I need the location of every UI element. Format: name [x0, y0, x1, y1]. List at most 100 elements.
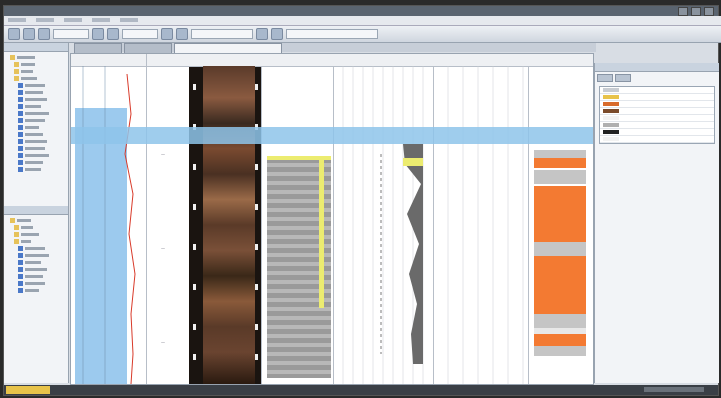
tree-item[interactable]: [10, 280, 68, 287]
menu-item-5[interactable]: [120, 18, 138, 22]
tree-item[interactable]: [10, 110, 68, 117]
tree-item[interactable]: [10, 145, 68, 152]
table-row[interactable]: [600, 108, 714, 115]
menu-item-3[interactable]: [64, 18, 82, 22]
tree-item[interactable]: [10, 287, 68, 294]
tree-item[interactable]: [10, 224, 68, 231]
folder-icon: [14, 239, 19, 244]
interpretation-plot: [342, 66, 424, 384]
tree-item[interactable]: [10, 252, 68, 259]
tree-item[interactable]: [10, 75, 68, 82]
grain-size-highlight: [403, 158, 423, 166]
folder-icon: [10, 218, 15, 223]
tree-item[interactable]: [10, 68, 68, 75]
table-row[interactable]: [600, 94, 714, 101]
well-icon: [18, 83, 23, 88]
layer-icon: [18, 160, 23, 165]
table-row[interactable]: [600, 101, 714, 108]
toolbar-dropdown-2[interactable]: [122, 29, 158, 39]
print-icon[interactable]: [271, 28, 283, 40]
depth-tick: —: [161, 246, 165, 251]
log-icon: [18, 253, 23, 258]
tree-item[interactable]: [10, 61, 68, 68]
toolbar-dropdown-4[interactable]: [286, 29, 378, 39]
facies-block: [534, 256, 586, 314]
log-icon: [18, 281, 23, 286]
explorer-header: [4, 43, 68, 52]
lithology-band-yellow: [319, 158, 324, 308]
table-row[interactable]: [600, 122, 714, 129]
menu-item-4[interactable]: [92, 18, 110, 22]
tree-item[interactable]: [10, 238, 68, 245]
interpretation-track[interactable]: [333, 54, 434, 384]
tree-item[interactable]: [10, 152, 68, 159]
tree-item[interactable]: [10, 96, 68, 103]
select-icon[interactable]: [161, 28, 173, 40]
table-row[interactable]: [600, 136, 714, 143]
menu-item-1[interactable]: [8, 18, 26, 22]
facies-block: [534, 334, 586, 346]
track-header: [261, 54, 333, 67]
log-icon: [18, 267, 23, 272]
open-icon[interactable]: [23, 28, 35, 40]
tree-item[interactable]: [10, 259, 68, 266]
close-button[interactable]: [704, 7, 714, 16]
properties-tab-2[interactable]: [615, 74, 631, 82]
table-row[interactable]: [600, 87, 714, 94]
tree-item[interactable]: [10, 103, 68, 110]
maximize-button[interactable]: [691, 7, 701, 16]
toolbar: [4, 26, 721, 43]
layer-icon: [18, 153, 23, 158]
log-icon: [18, 132, 23, 137]
table-row[interactable]: [600, 129, 714, 136]
depth-tick: —: [161, 340, 165, 345]
zoom-in-icon[interactable]: [92, 28, 104, 40]
minimize-button[interactable]: [678, 7, 688, 16]
facies-log-track[interactable]: [433, 54, 529, 384]
tree-item[interactable]: [10, 266, 68, 273]
tree-item[interactable]: [10, 159, 68, 166]
toolbar-dropdown-3[interactable]: [191, 29, 253, 39]
properties-panel: [594, 63, 719, 383]
facies-block: [534, 186, 586, 242]
layout-icon[interactable]: [256, 28, 268, 40]
facies-block: [534, 170, 586, 184]
facies-grid: [447, 66, 524, 384]
toolbar-dropdown-1[interactable]: [53, 29, 89, 39]
tree-item[interactable]: [10, 166, 68, 173]
log-track-1[interactable]: [71, 54, 147, 384]
selection-highlight[interactable]: [71, 127, 593, 144]
explorer-section-2: [4, 206, 68, 294]
folder-icon: [10, 55, 15, 60]
tree-item[interactable]: [10, 138, 68, 145]
log-icon: [18, 118, 23, 123]
lithology-track[interactable]: [261, 54, 334, 384]
tree-item[interactable]: [10, 124, 68, 131]
properties-tabs: [595, 72, 719, 84]
properties-tab-1[interactable]: [597, 74, 613, 82]
pan-icon[interactable]: [176, 28, 188, 40]
new-icon[interactable]: [8, 28, 20, 40]
tree-item[interactable]: [10, 54, 68, 61]
tree-item[interactable]: [10, 131, 68, 138]
image-icon: [18, 111, 23, 116]
tree-item[interactable]: [10, 217, 68, 224]
tree-item[interactable]: [10, 117, 68, 124]
save-icon[interactable]: [38, 28, 50, 40]
well-section-view[interactable]: — — —: [70, 53, 594, 385]
tree-item[interactable]: [10, 89, 68, 96]
zoom-out-icon[interactable]: [107, 28, 119, 40]
legend-table[interactable]: [599, 86, 715, 144]
tree-item[interactable]: [10, 82, 68, 89]
menu-item-2[interactable]: [36, 18, 54, 22]
table-row[interactable]: [600, 115, 714, 122]
zoom-slider[interactable]: [644, 387, 704, 392]
core-image-track[interactable]: [189, 54, 262, 384]
tree-item[interactable]: [10, 273, 68, 280]
status-indicator: [6, 386, 50, 394]
facies-column-track[interactable]: [528, 54, 593, 384]
tree-item[interactable]: [10, 231, 68, 238]
project-tree-2: [4, 215, 68, 294]
tree-item[interactable]: [10, 245, 68, 252]
depth-track[interactable]: — — —: [147, 54, 190, 384]
